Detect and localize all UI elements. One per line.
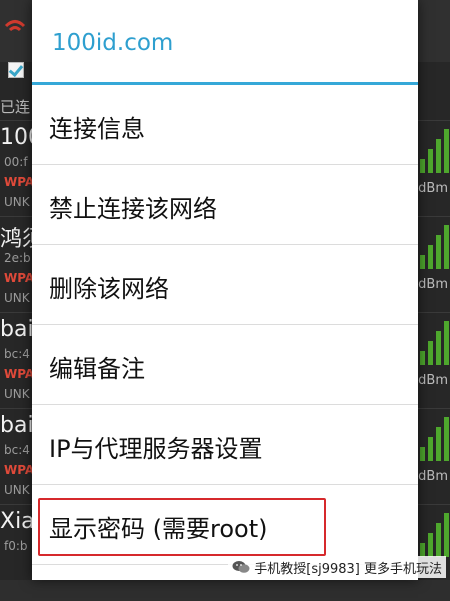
wechat-icon	[232, 561, 250, 573]
highlight-annotation-box	[38, 498, 326, 556]
menu-item-label: IP与代理服务器设置	[49, 435, 263, 463]
menu-item-label: 禁止连接该网络	[49, 195, 217, 223]
signal-bars-icon	[420, 225, 450, 269]
connected-label: 已连	[0, 98, 31, 116]
wifi-icon	[4, 20, 26, 32]
menu-item-label: 编辑备注	[49, 355, 145, 383]
menu-item-block-network[interactable]: 禁止连接该网络	[32, 165, 418, 245]
menu-item-delete-network[interactable]: 删除该网络	[32, 245, 418, 325]
menu-item-connection-info[interactable]: 连接信息	[32, 85, 418, 165]
signal-bars-icon	[420, 417, 450, 461]
watermark-text: 手机教授[sj9983] 更多手机玩法	[254, 561, 442, 577]
signal-bars-icon	[420, 321, 450, 365]
watermark: 手机教授[sj9983] 更多手机玩法	[228, 556, 446, 578]
dialog-title: 100id.com	[52, 30, 174, 56]
network-options-dialog: 100id.com 连接信息 禁止连接该网络 删除该网络 编辑备注 IP与代理服…	[32, 0, 418, 580]
menu-item-ip-proxy-settings[interactable]: IP与代理服务器设置	[32, 405, 418, 485]
menu-item-label: 连接信息	[49, 115, 145, 143]
signal-bars-icon	[420, 129, 450, 173]
scan-checkbox[interactable]	[8, 62, 24, 78]
menu-item-label: 删除该网络	[49, 275, 169, 303]
signal-bars-icon	[420, 513, 450, 557]
menu-item-edit-note[interactable]: 编辑备注	[32, 325, 418, 405]
